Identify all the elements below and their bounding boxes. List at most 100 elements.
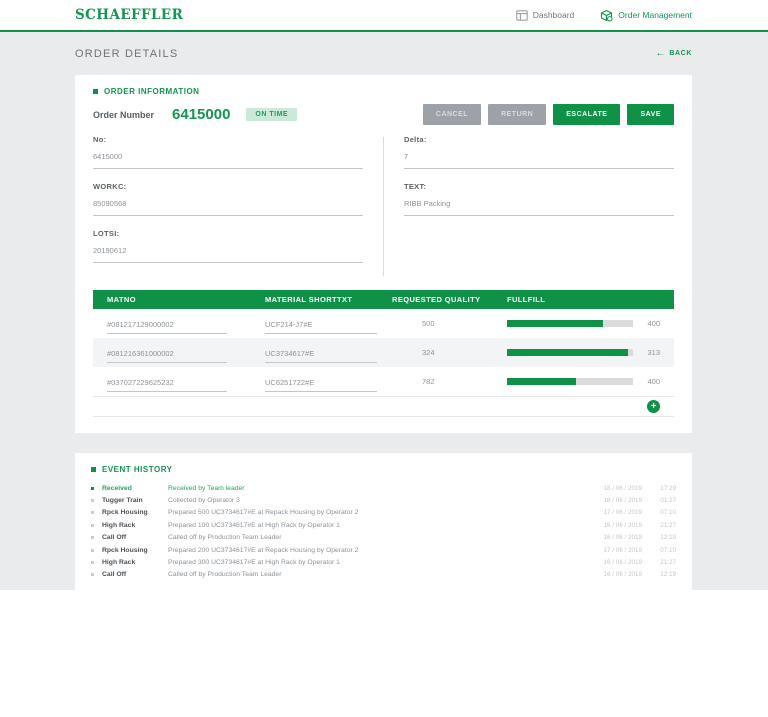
event-description: Collected by Operator 3 [168, 497, 240, 505]
event-time: 17:29 [660, 484, 676, 492]
order-fields-right-column: Delta: TEXT: [404, 135, 674, 276]
event-row: Call Off Called off by Production Team L… [91, 569, 676, 581]
section-bullet-icon [91, 467, 96, 472]
order-fields: No: WORKC: LOTSI: Delta: [93, 135, 674, 276]
shorttxt-input[interactable] [265, 348, 377, 363]
event-row: Received Received by Team leader 18 / 06… [91, 482, 676, 494]
event-history-title-label: EVENT HISTORY [102, 465, 173, 474]
event-date: 16 / 06 / 2019 [603, 534, 642, 542]
event-label: Rpck Housing [102, 509, 148, 517]
event-row: High Rack Prepared 300 UC3734617#E at Hi… [91, 556, 676, 568]
delta-field-label: Delta: [404, 135, 427, 144]
fullfill-progress-fill [507, 320, 603, 327]
dashboard-icon [515, 9, 528, 21]
text-field-group: TEXT: [404, 182, 674, 216]
page-title: ORDER DETAILS [75, 47, 179, 60]
delta-field-group: Delta: [404, 135, 674, 169]
fullfill-progress-bar [507, 378, 633, 385]
fullfill-progress-bar [507, 320, 633, 327]
no-field[interactable] [93, 152, 363, 169]
event-bullet-icon [91, 536, 94, 540]
fullfill-value: 400 [647, 319, 660, 328]
event-label: Received [102, 484, 132, 492]
action-buttons: CANCEL RETURN ESCALATE SAVE [422, 104, 674, 125]
back-button[interactable]: ← BACK [655, 47, 692, 59]
event-label: High Rack [102, 559, 136, 567]
order-management-icon [601, 9, 613, 22]
main-nav: Dashboard Order Management [515, 9, 692, 22]
nav-order-management-label: Order Management [618, 10, 692, 20]
order-fields-left-column: No: WORKC: LOTSI: [93, 135, 363, 276]
materials-table-footer: + [93, 396, 674, 417]
header-fullfill: FULLFILL [507, 295, 546, 304]
event-bullet-icon [91, 486, 94, 490]
fullfill-value: 400 [647, 377, 660, 386]
event-time: 21:27 [660, 521, 676, 529]
nav-order-management[interactable]: Order Management [600, 9, 692, 22]
event-bullet-icon [91, 573, 94, 577]
matno-input[interactable] [107, 377, 227, 392]
page-content: ORDER DETAILS ← BACK ORDER INFORMATION O… [0, 32, 768, 600]
lotsi-field-label: LOTSI: [93, 229, 120, 238]
top-navbar: SCHAEFFLER Dashboard Order Management [0, 0, 768, 32]
workc-field[interactable] [93, 199, 363, 216]
delta-field[interactable] [404, 152, 674, 169]
event-description: Called off by Production Team Leader [168, 534, 282, 542]
fullfill-value: 313 [647, 348, 660, 357]
shorttxt-input[interactable] [265, 319, 377, 334]
materials-table: MATNO MATERIAL SHORTTXT REQUESTED QUALIT… [93, 290, 674, 417]
event-time: 07:10 [660, 509, 676, 517]
event-description: Prepared 200 UC3734617#E at Repack Housi… [168, 546, 359, 554]
event-date: 17 / 06 / 2019 [603, 546, 642, 554]
event-row: High Rack Prepared 100 UC3734617#E at Hi… [91, 519, 676, 531]
event-time: 07:10 [660, 546, 676, 554]
schaeffler-logo: SCHAEFFLER [75, 7, 184, 23]
event-description: Prepared 100 UC3734617#E at High Rack by… [168, 521, 340, 529]
event-row: Rpck Housing Prepared 200 UC3734617#E at… [91, 544, 676, 556]
event-label: Call Off [102, 534, 127, 542]
event-bullet-icon [91, 511, 94, 515]
back-arrow-icon: ← [655, 47, 666, 59]
fields-divider [383, 137, 384, 276]
event-label: Rpck Housing [102, 546, 148, 554]
save-button[interactable]: SAVE [627, 104, 674, 125]
event-date: 16 / 06 / 2019 [603, 559, 642, 567]
event-description: Called off by Production Team Leader [168, 571, 282, 579]
event-date: 18 / 06 / 2019 [603, 484, 642, 492]
return-button[interactable]: RETURN [488, 104, 547, 125]
materials-table-header: MATNO MATERIAL SHORTTXT REQUESTED QUALIT… [93, 290, 674, 309]
order-number-group: Order Number 6415000 ON TIME [93, 106, 298, 123]
order-information-title-label: ORDER INFORMATION [104, 87, 200, 96]
event-description: Received by Team leader [168, 484, 245, 492]
fullfill-progress-bar [507, 349, 633, 356]
event-bullet-icon [91, 499, 94, 503]
table-row: 500 400 [93, 309, 674, 338]
workc-field-label: WORKC: [93, 182, 127, 191]
fullfill-progress-fill [507, 349, 628, 356]
cancel-button[interactable]: CANCEL [422, 104, 482, 125]
event-date: 18 / 06 / 2019 [603, 497, 642, 505]
order-information-section-title: ORDER INFORMATION [93, 87, 674, 96]
matno-input[interactable] [107, 319, 227, 334]
add-row-button[interactable]: + [647, 400, 660, 413]
matno-input[interactable] [107, 348, 227, 363]
workc-field-group: WORKC: [93, 182, 363, 216]
text-field[interactable] [404, 199, 674, 216]
status-badge: ON TIME [246, 108, 298, 121]
event-bullet-icon [91, 548, 94, 552]
lotsi-field-group: LOTSI: [93, 229, 363, 263]
back-label: BACK [669, 50, 692, 57]
event-time: 12:19 [660, 534, 676, 542]
no-field-label: No: [93, 135, 107, 144]
order-number-value: 6415000 [172, 106, 231, 123]
no-field-group: No: [93, 135, 363, 169]
shorttxt-input[interactable] [265, 377, 377, 392]
event-date: 16 / 06 / 2019 [603, 571, 642, 579]
event-bullet-icon [91, 561, 94, 565]
event-time: 21:27 [660, 559, 676, 567]
nav-dashboard-label: Dashboard [532, 10, 575, 20]
event-label: Tugger Train [102, 497, 143, 505]
escalate-button[interactable]: ESCALATE [553, 104, 621, 125]
lotsi-field[interactable] [93, 246, 363, 263]
nav-dashboard[interactable]: Dashboard [515, 9, 575, 21]
